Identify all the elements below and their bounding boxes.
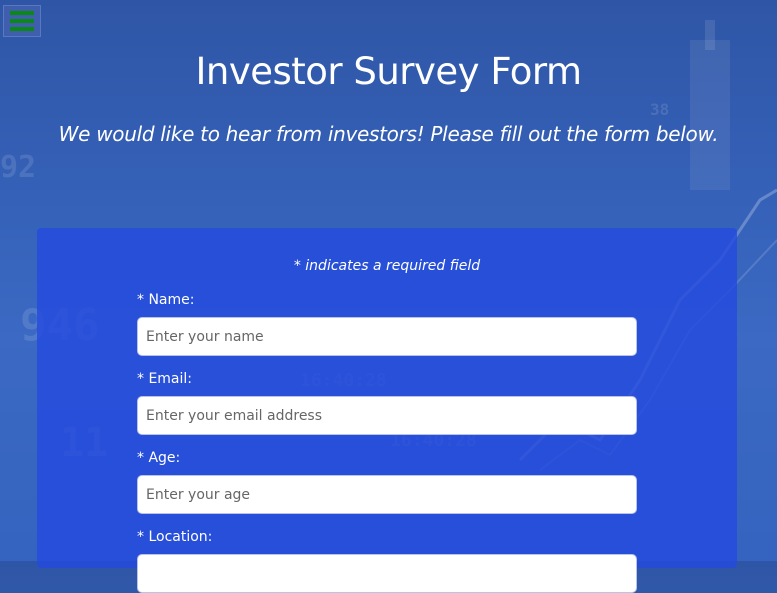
hamburger-menu-icon[interactable] [3,5,41,37]
age-label: * Age: [137,450,181,466]
age-input[interactable] [137,475,637,514]
location-input[interactable] [137,554,637,593]
page-title: Investor Survey Form [195,50,582,93]
location-label: * Location: [137,529,213,545]
required-field-note: * indicates a required field [293,258,481,274]
name-input[interactable] [137,317,637,356]
page-subtitle: We would like to hear from investors! Pl… [58,122,719,146]
name-label: * Name: [137,292,195,308]
survey-form: * indicates a required field * Name: * E… [37,228,737,593]
email-label: * Email: [137,371,193,387]
email-input[interactable] [137,396,637,435]
